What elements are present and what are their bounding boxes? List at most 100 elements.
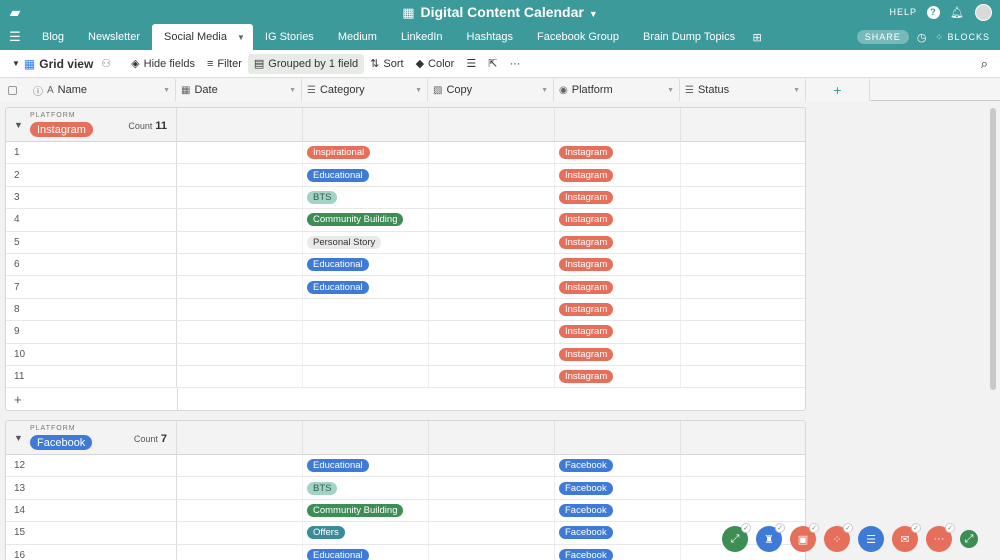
platform-cell[interactable]: Instagram <box>555 186 681 209</box>
share-view-button[interactable]: ⇱ <box>482 54 503 74</box>
category-cell[interactable] <box>303 365 429 388</box>
platform-cell[interactable]: Facebook <box>555 544 681 560</box>
table-row[interactable]: 14 Community Building Facebook <box>6 499 805 523</box>
status-cell[interactable] <box>681 455 805 476</box>
platform-cell[interactable]: Facebook <box>555 499 681 522</box>
status-cell[interactable] <box>681 366 805 387</box>
group-header[interactable]: ▼ PLATFORM Instagram Count 11 <box>6 108 805 142</box>
help-label[interactable]: HELP <box>890 7 918 17</box>
column-header-copy[interactable]: ▧ Copy ▼ <box>428 79 554 101</box>
platform-cell[interactable]: Instagram <box>555 321 681 343</box>
help-icon[interactable]: ? <box>927 5 941 19</box>
platform-cell[interactable]: Instagram <box>555 343 681 365</box>
copy-cell[interactable] <box>429 522 555 544</box>
copy-cell[interactable] <box>429 231 555 253</box>
column-header-status[interactable]: ☰ Status ▼ <box>680 79 806 101</box>
copy-cell[interactable] <box>429 455 555 477</box>
table-row[interactable]: 9 Instagram <box>6 321 805 344</box>
chevron-down-icon[interactable]: ▼ <box>541 87 548 94</box>
collapse-group-icon[interactable]: ▼ <box>14 433 23 443</box>
chevron-down-icon[interactable]: ▼ <box>163 87 170 94</box>
status-cell[interactable] <box>681 477 805 498</box>
category-cell[interactable]: Educational <box>303 253 429 276</box>
table-row[interactable]: 8 Instagram <box>6 298 805 322</box>
category-cell[interactable]: Inspirational <box>303 142 429 164</box>
category-cell[interactable] <box>303 321 429 343</box>
add-record-button[interactable]: + <box>6 388 805 411</box>
app-block-6[interactable]: ✉ ✓ <box>892 523 921 552</box>
tab-linkedin[interactable]: LinkedIn <box>389 24 455 50</box>
status-cell[interactable] <box>681 187 805 208</box>
status-cell[interactable] <box>681 500 805 521</box>
date-cell[interactable] <box>177 321 303 343</box>
copy-cell[interactable] <box>429 209 555 231</box>
status-cell[interactable] <box>681 254 805 275</box>
blocks-button[interactable]: ⁘ BLOCKS <box>935 32 990 43</box>
platform-cell[interactable]: Instagram <box>555 231 681 253</box>
platform-cell[interactable]: Instagram <box>555 298 681 321</box>
category-cell[interactable]: Community Building <box>303 209 429 231</box>
app-block-3[interactable]: ▣ ✓ <box>790 523 819 552</box>
add-field-button[interactable]: + <box>806 79 870 101</box>
status-cell[interactable] <box>681 344 805 365</box>
chevron-down-icon[interactable]: ▼ <box>415 87 422 94</box>
platform-cell[interactable]: Instagram <box>555 276 681 298</box>
platform-cell[interactable]: Facebook <box>555 522 681 544</box>
table-row[interactable]: 13 BTS Facebook <box>6 477 805 500</box>
platform-cell[interactable]: Instagram <box>555 253 681 276</box>
date-cell[interactable] <box>177 499 303 522</box>
date-cell[interactable] <box>177 186 303 209</box>
tab-ig-stories[interactable]: IG Stories <box>253 24 326 50</box>
date-cell[interactable] <box>177 164 303 186</box>
collapse-group-icon[interactable]: ▼ <box>14 120 23 130</box>
category-cell[interactable]: Offers <box>303 522 429 544</box>
chevron-down-icon[interactable]: ▼ <box>793 87 800 94</box>
select-all-checkbox[interactable] <box>8 85 17 95</box>
chevron-down-icon[interactable]: ▼ <box>289 87 296 94</box>
table-row[interactable]: 15 Offers Facebook <box>6 522 805 545</box>
table-row[interactable]: 11 Instagram <box>6 365 805 389</box>
date-cell[interactable] <box>177 544 303 560</box>
category-cell[interactable]: BTS <box>303 477 429 499</box>
copy-cell[interactable] <box>429 321 555 343</box>
status-cell[interactable] <box>681 299 805 320</box>
tab-medium[interactable]: Medium <box>326 24 389 50</box>
category-cell[interactable]: Personal Story <box>303 231 429 253</box>
date-cell[interactable] <box>177 477 303 499</box>
app-block-2[interactable]: ♜ ✓ <box>756 523 785 552</box>
table-row[interactable]: 6 Educational Instagram <box>6 253 805 277</box>
platform-cell[interactable]: Instagram <box>555 209 681 231</box>
category-cell[interactable]: Educational <box>303 455 429 477</box>
tab-newsletter[interactable]: Newsletter <box>76 24 152 50</box>
table-row[interactable]: 4 Community Building Instagram <box>6 209 805 232</box>
sort-button[interactable]: ⇅ Sort <box>364 54 409 74</box>
status-cell[interactable] <box>681 276 805 297</box>
app-block-8[interactable]: ⤢ <box>960 530 978 548</box>
category-cell[interactable] <box>303 343 429 365</box>
tab-brain-dump-topics[interactable]: Brain Dump Topics <box>631 24 747 50</box>
copy-cell[interactable] <box>429 298 555 321</box>
copy-cell[interactable] <box>429 499 555 522</box>
status-cell[interactable] <box>681 142 805 163</box>
app-block-7[interactable]: ··· ✓ <box>926 523 955 552</box>
tab-hashtags[interactable]: Hashtags <box>455 24 525 50</box>
date-cell[interactable] <box>177 231 303 253</box>
base-title-button[interactable]: ▦ Digital Content Calendar ▼ <box>402 4 598 21</box>
copy-cell[interactable] <box>429 253 555 276</box>
copy-cell[interactable] <box>429 142 555 164</box>
copy-cell[interactable] <box>429 164 555 186</box>
category-cell[interactable]: BTS <box>303 186 429 209</box>
table-row[interactable]: 3 BTS Instagram <box>6 186 805 210</box>
chevron-down-icon[interactable]: ▼ <box>237 33 245 42</box>
copy-cell[interactable] <box>429 343 555 365</box>
copy-cell[interactable] <box>429 276 555 298</box>
column-header-name[interactable]: ⓘ A Name ▼ <box>0 79 176 101</box>
row-height-button[interactable]: ☰ <box>460 54 482 74</box>
column-header-platform[interactable]: ◉ Platform ▼ <box>554 79 680 101</box>
view-switcher[interactable]: ▼ ▦ Grid view ⚇ <box>6 54 117 74</box>
category-cell[interactable] <box>303 298 429 321</box>
date-cell[interactable] <box>177 343 303 365</box>
app-block-5[interactable]: ☰ <box>858 526 884 552</box>
more-options-button[interactable]: ··· <box>503 54 526 74</box>
status-cell[interactable] <box>681 232 805 253</box>
